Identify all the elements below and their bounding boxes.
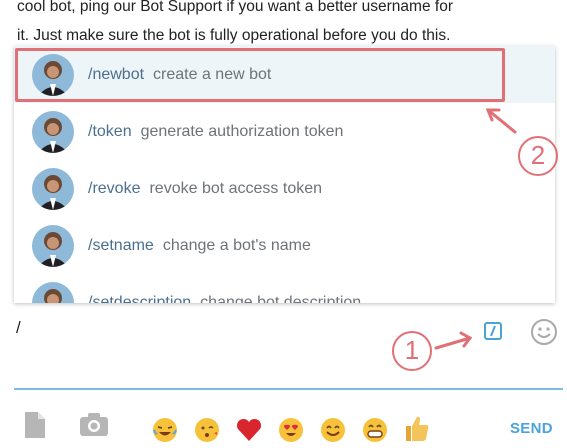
annotation-callout-2: 2 <box>518 136 558 176</box>
emoji-joy-icon[interactable] <box>152 417 178 448</box>
file-icon[interactable] <box>25 412 45 443</box>
annotation-callout-1: 1 <box>392 331 432 371</box>
bot-command-button[interactable] <box>477 315 509 347</box>
input-underline <box>14 388 563 390</box>
send-button[interactable]: SEND <box>510 420 553 437</box>
emoji-smile-icon[interactable] <box>320 417 346 448</box>
camera-icon[interactable] <box>80 412 108 441</box>
emoji-kiss-icon[interactable] <box>194 417 220 448</box>
thumbs-up-icon[interactable] <box>404 414 430 447</box>
annotation-arrows <box>434 108 517 350</box>
message-input[interactable]: / <box>16 318 21 338</box>
emoji-grin-icon[interactable] <box>362 417 388 448</box>
emoji-button[interactable] <box>530 318 558 351</box>
emoji-heart-eyes-icon[interactable] <box>278 417 304 448</box>
slash-command-icon <box>484 322 502 340</box>
smile-icon <box>531 319 557 345</box>
